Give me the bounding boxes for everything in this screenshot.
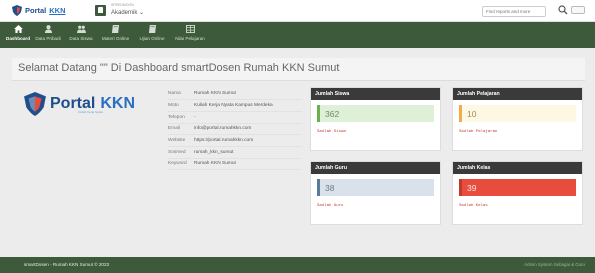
stat-detail-link[interactable]: Sadlah Siswa xyxy=(317,130,346,134)
table-row: Sosmed rumah_kkn_sumut xyxy=(168,146,302,159)
table-row: Email info@portal.rumahkkn.com xyxy=(168,123,302,136)
info-key: Nama xyxy=(168,88,194,101)
stat-value: 39 xyxy=(459,179,576,196)
stat-card-kelas: Jumlah Kelas 39 Sadlah Kelas xyxy=(452,161,583,225)
table-row: Nama Rumah KKN Sumut xyxy=(168,88,302,101)
group-icon xyxy=(76,25,86,33)
info-value: Rumah KKN Sumut xyxy=(194,158,302,171)
app-switcher-icon[interactable] xyxy=(95,5,106,16)
info-key: Telepon xyxy=(168,111,194,124)
stat-card-guru: Jumlah Guru 38 Sadlah Guru xyxy=(310,161,441,225)
nav-label: Data Pribadi xyxy=(35,36,61,41)
home-icon xyxy=(13,25,23,33)
footer: smartDosen - Rumah KKN Sumut © 2023 Admi… xyxy=(0,257,595,273)
stat-detail-link[interactable]: Sadlah Kelas xyxy=(459,204,488,208)
nav-data-siswa[interactable]: Data Siswa xyxy=(67,25,95,46)
info-value: rumah_kkn_sumut xyxy=(194,146,302,159)
profile-info-table: Nama Rumah KKN Sumut Moto Kuliah Kerja Nya… xyxy=(168,88,302,171)
user-menu-icon[interactable] xyxy=(571,6,585,14)
nav-materi-online[interactable]: Materi Online xyxy=(99,25,132,46)
nav-label: Nilai Pelajaran xyxy=(175,36,205,41)
page-title: Selamat Datang "" Di Dashboard smartDose… xyxy=(18,62,340,74)
shield-logo-icon xyxy=(24,92,46,116)
search-input[interactable] xyxy=(482,6,546,17)
shield-logo-icon xyxy=(12,5,22,16)
page-header: Selamat Datang "" Di Dashboard smartDose… xyxy=(12,58,585,81)
stat-value: 38 xyxy=(317,179,434,196)
stat-card-title: Jumlah Siswa xyxy=(311,88,440,100)
info-key: Moto xyxy=(168,99,194,112)
info-key: Email xyxy=(168,123,194,136)
info-key: Website xyxy=(168,134,194,147)
info-value: https://portal.rumahkkn.com xyxy=(194,134,302,147)
footer-role: Admin System Sebagai & Guru xyxy=(524,262,585,267)
nav-dashboard[interactable]: Dashboard xyxy=(6,25,30,46)
stat-card-title: Jumlah Pelajaran xyxy=(453,88,582,100)
footer-copyright: smartDosen - Rumah KKN Sumut © 2023 xyxy=(24,262,110,267)
person-icon xyxy=(44,25,52,33)
book-icon xyxy=(148,25,156,33)
logo-word-kkn: KKN xyxy=(100,95,136,112)
grid-icon xyxy=(185,25,195,33)
stat-card-siswa: Jumlah Siswa 362 Sadlah Siswa xyxy=(310,87,441,151)
info-key: Sosmed xyxy=(168,146,194,159)
logo-subtitle: Kuliah Kerja Nyata xyxy=(78,110,103,114)
brand-word-portal: Portal xyxy=(25,6,47,15)
nav-label: Materi Online xyxy=(101,36,130,41)
info-value: info@portal.rumahkkn.com xyxy=(194,123,302,136)
app-sublabel: SPEEDMOON xyxy=(111,3,134,7)
nav-label: Data Siswa xyxy=(69,36,93,41)
book-icon xyxy=(111,25,120,33)
stat-value: 10 xyxy=(459,105,576,122)
table-row: Telepon - xyxy=(168,111,302,124)
nav-nilai-pelajaran[interactable]: Nilai Pelajaran xyxy=(172,25,208,46)
info-key: Keyword xyxy=(168,158,194,171)
nav-ujian-online[interactable]: Ujian Online xyxy=(136,25,168,46)
stat-card-title: Jumlah Guru xyxy=(311,162,440,174)
stat-detail-link[interactable]: Sadlah Pelajaran xyxy=(459,130,497,134)
app-switcher-dropdown[interactable]: Akademik ⌄ xyxy=(111,9,144,16)
stat-value: 362 xyxy=(317,105,434,122)
brand-logo[interactable]: Portal KKN xyxy=(12,5,66,16)
nav-data-pribadi[interactable]: Data Pribadi xyxy=(33,25,63,46)
nav-label: Dashboard xyxy=(6,36,30,41)
search-icon[interactable] xyxy=(558,5,568,15)
top-bar: Portal KKN SPEEDMOON Akademik ⌄ xyxy=(0,0,595,22)
stat-card-pelajaran: Jumlah Pelajaran 10 Sadlah Pelajaran xyxy=(452,87,583,151)
table-row: Website https://portal.rumahkkn.com xyxy=(168,134,302,147)
main-nav: Dashboard Data Pribadi Data Siswa Materi… xyxy=(0,22,595,48)
info-value: Rumah KKN Sumut xyxy=(194,88,302,101)
table-row: Moto Kuliah Kerja Nyata Kampus Merdeka xyxy=(168,99,302,112)
stat-detail-link[interactable]: Sadlah Guru xyxy=(317,204,343,208)
table-row: Keyword Rumah KKN Sumut xyxy=(168,158,302,171)
info-value: Kuliah Kerja Nyata Kampus Merdeka xyxy=(194,99,302,112)
info-value: - xyxy=(194,111,302,124)
nav-label: Ujian Online xyxy=(139,36,165,41)
stat-card-title: Jumlah Kelas xyxy=(453,162,582,174)
brand-word-kkn: KKN xyxy=(49,6,66,15)
